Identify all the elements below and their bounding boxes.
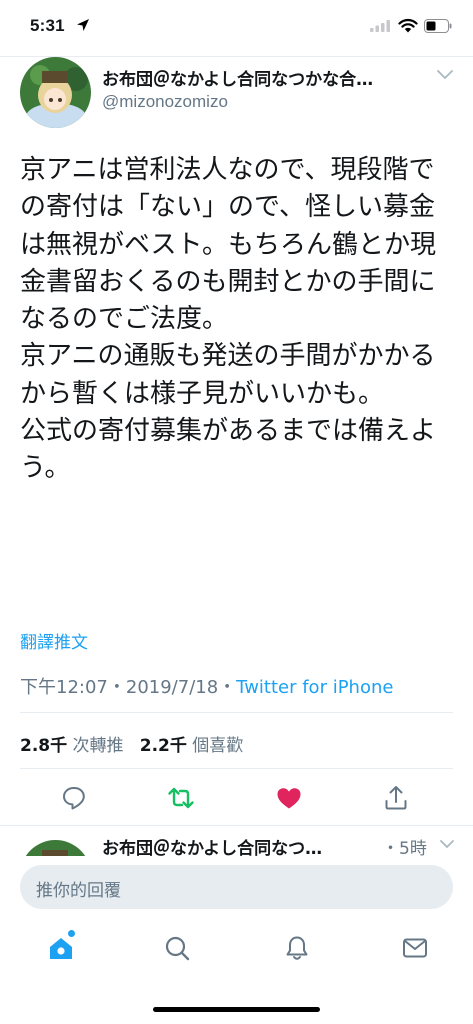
handle[interactable]: @mizonozomizo	[102, 92, 228, 112]
notifications-icon[interactable]	[283, 934, 311, 962]
reply-icon[interactable]	[60, 784, 88, 812]
retweet-count[interactable]: 2.8千	[20, 736, 67, 756]
divider	[20, 712, 453, 713]
meta-separator: ・	[107, 677, 126, 698]
signal-icon	[370, 20, 390, 32]
reply-avatar-image	[20, 840, 91, 856]
avatar[interactable]	[20, 57, 91, 128]
like-icon[interactable]	[275, 784, 303, 812]
chevron-down-icon[interactable]	[440, 840, 454, 849]
meta-separator: ・	[218, 677, 237, 698]
like-label[interactable]: 個喜歡	[192, 736, 243, 756]
home-indicator	[153, 1007, 320, 1012]
battery-icon	[424, 19, 452, 33]
location-arrow-icon	[77, 19, 89, 31]
top-divider	[0, 56, 473, 57]
wifi-icon	[398, 18, 418, 33]
status-bar: 5:31	[0, 0, 473, 44]
tweet-source-link[interactable]: Twitter for iPhone	[236, 677, 393, 698]
home-icon[interactable]	[47, 934, 75, 962]
tweet-stats: 2.8千 次轉推 2.2千 個喜歡	[20, 731, 243, 756]
retweet-icon[interactable]	[167, 784, 195, 812]
tweet-time: 下午12:07	[20, 677, 108, 698]
reply-input-placeholder: 推你的回覆	[36, 881, 121, 901]
divider	[20, 768, 453, 769]
display-name[interactable]: お布団＠なかよし合同なつかな合…	[102, 65, 442, 90]
reply-time: ・5時	[382, 839, 427, 856]
tweet-date: 2019/7/18	[125, 677, 219, 698]
share-icon[interactable]	[382, 784, 410, 812]
status-time: 5:31	[30, 16, 65, 35]
reply-input[interactable]: 推你的回覆	[20, 865, 453, 909]
tweet-text: 京アニは営利法人なので、現段階での寄付は「ない」ので、怪しい募金は無視がベスト。…	[20, 155, 437, 484]
new-content-dot	[68, 930, 75, 937]
reply-preview[interactable]: お布団＠なかよし合同なつ… ・5時	[0, 826, 473, 856]
search-icon[interactable]	[163, 934, 191, 962]
retweet-label[interactable]: 次轉推	[73, 736, 124, 756]
reply-avatar[interactable]	[20, 840, 91, 856]
reply-display-name[interactable]: お布団＠なかよし合同なつ…	[102, 834, 372, 856]
translate-tweet-link[interactable]: 翻譯推文	[20, 628, 88, 653]
messages-icon[interactable]	[401, 934, 429, 962]
tweet-meta: 下午12:07・2019/7/18・Twitter for iPhone	[20, 673, 393, 699]
like-count[interactable]: 2.2千	[140, 736, 187, 756]
avatar-image	[20, 57, 91, 128]
chevron-down-icon[interactable]	[437, 70, 453, 80]
